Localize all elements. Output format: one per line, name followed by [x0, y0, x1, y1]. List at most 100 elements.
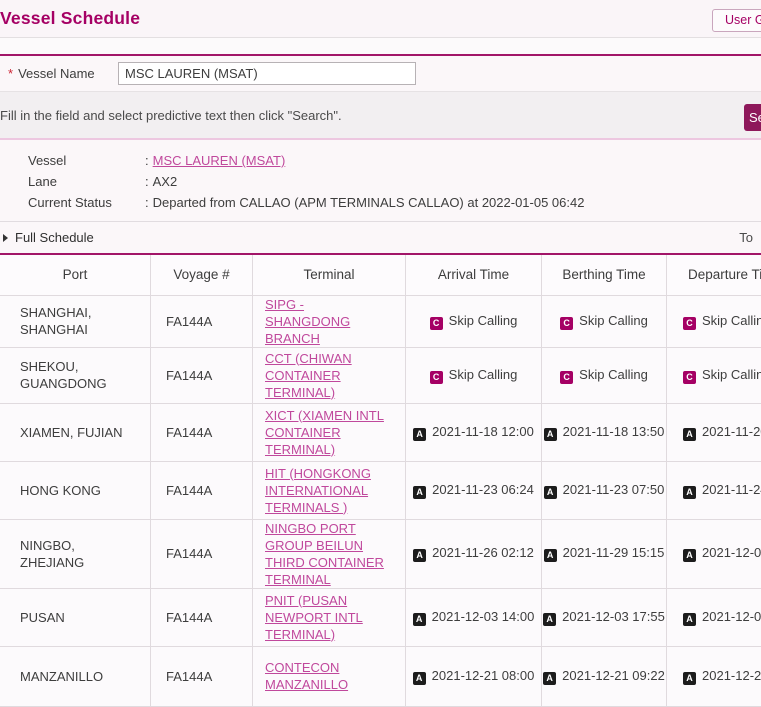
- port-cell: MANZANILLO: [0, 646, 151, 706]
- actual-time-icon: A: [544, 549, 557, 562]
- actual-time-icon: A: [413, 613, 426, 626]
- schedule-time-cell: A 2021-11-23 06:24: [406, 461, 542, 519]
- time-text: Skip Calling: [449, 313, 518, 328]
- actual-time-icon: A: [683, 613, 696, 626]
- schedule-bar-right-text: To: [739, 230, 753, 245]
- terminal-link[interactable]: CONTECON MANZANILLO: [265, 660, 348, 692]
- schedule-time-cell: A 2021-12-03 14:00: [406, 588, 542, 646]
- column-header-terminal: Terminal: [253, 254, 406, 295]
- table-header-row: PortVoyage #TerminalArrival TimeBerthing…: [0, 254, 761, 295]
- time-text: 2021-11-29 15:15: [563, 545, 665, 560]
- schedule-row: PUSANFA144APNIT (PUSAN NEWPORT INTL TERM…: [0, 588, 761, 646]
- schedule-time-cell: A 2021-11-26 02:12: [406, 519, 542, 588]
- vessel-summary: Vessel : MSC LAUREN (MSAT) Lane : AX2 Cu…: [0, 140, 761, 222]
- schedule-row: XIAMEN, FUJIANFA144AXICT (XIAMEN INTL CO…: [0, 403, 761, 461]
- terminal-link[interactable]: NINGBO PORT GROUP BEILUN THIRD CONTAINER…: [265, 521, 384, 587]
- page-title: Vessel Schedule: [0, 8, 140, 29]
- voyage-cell: FA144A: [151, 403, 253, 461]
- time-text: 2021-11-26 02:12: [432, 545, 534, 560]
- skip-calling-icon: C: [683, 371, 696, 384]
- skip-calling-icon: C: [430, 371, 443, 384]
- actual-time-icon: A: [683, 486, 696, 499]
- terminal-link[interactable]: XICT (XIAMEN INTL CONTAINER TERMINAL): [265, 408, 384, 457]
- column-header-arrival-time: Arrival Time: [406, 254, 542, 295]
- voyage-cell: FA144A: [151, 347, 253, 403]
- actual-time-icon: A: [543, 672, 556, 685]
- time-text: Skip Calling: [702, 367, 761, 382]
- actual-time-icon: A: [543, 613, 556, 626]
- time-text: 2021-12-03 14:00: [432, 609, 535, 624]
- time-text: 2021-11-23 06:24: [432, 482, 534, 497]
- actual-time-icon: A: [413, 549, 426, 562]
- vessel-name-label: * Vessel Name: [8, 66, 118, 81]
- schedule-time-cell: A2021-11-24 1: [667, 461, 761, 519]
- vessel-name-input[interactable]: [118, 62, 416, 85]
- time-text: Skip Calling: [702, 313, 761, 328]
- column-header-voyage-: Voyage #: [151, 254, 253, 295]
- schedule-row: MANZANILLOFA144ACONTECON MANZANILLOA2021…: [0, 646, 761, 706]
- summary-label: Vessel: [28, 150, 145, 171]
- time-text: 2021-11-23 07:50: [563, 482, 665, 497]
- summary-separator: :: [145, 150, 149, 171]
- summary-label: Current Status: [28, 192, 145, 213]
- schedule-time-cell: A 2021-12-21 09:22: [542, 646, 667, 706]
- user-guide-button[interactable]: User G: [712, 9, 761, 32]
- actual-time-icon: A: [544, 486, 557, 499]
- full-schedule-toggle[interactable]: Full Schedule To: [0, 222, 761, 253]
- schedule-row: NINGBO, ZHEJIANGFA144ANINGBO PORT GROUP …: [0, 519, 761, 588]
- required-asterisk: *: [8, 66, 13, 81]
- skip-calling-icon: C: [560, 317, 573, 330]
- port-cell: PUSAN: [0, 588, 151, 646]
- time-text: 2021-11-18 12:00: [432, 424, 534, 439]
- voyage-cell: FA144A: [151, 461, 253, 519]
- skip-calling-icon: C: [683, 317, 696, 330]
- voyage-cell: FA144A: [151, 588, 253, 646]
- schedule-time-cell: A 2021-11-23 07:50: [542, 461, 667, 519]
- time-text: 2021-12-03 17:55: [562, 609, 665, 624]
- terminal-link[interactable]: SIPG - SHANGDONG BRANCH: [265, 297, 350, 346]
- search-button[interactable]: Se: [744, 104, 761, 131]
- time-text: 2021-12-23 1: [702, 668, 761, 683]
- time-text: 2021-12-06 0: [702, 609, 761, 624]
- vessel-search-form: * Vessel Name: [0, 56, 761, 91]
- time-text: 2021-12-21 09:22: [562, 668, 665, 683]
- actual-time-icon: A: [413, 672, 426, 685]
- terminal-link[interactable]: HIT (HONGKONG INTERNATIONAL TERMINALS ): [265, 466, 371, 515]
- schedule-time-cell: A2021-12-21 08:00: [406, 646, 542, 706]
- instruction-text: Fill in the field and select predictive …: [0, 108, 342, 123]
- time-text: 2021-11-20 1: [702, 424, 761, 439]
- terminal-cell: SIPG - SHANGDONG BRANCH: [253, 295, 406, 347]
- time-text: 2021-11-18 13:50: [563, 424, 665, 439]
- column-header-berthing-time: Berthing Time: [542, 254, 667, 295]
- schedule-time-cell: A 2021-12-03 17:55: [542, 588, 667, 646]
- header-divider-band: [0, 38, 761, 56]
- terminal-cell: HIT (HONGKONG INTERNATIONAL TERMINALS ): [253, 461, 406, 519]
- schedule-time-cell: A2021-11-20 1: [667, 403, 761, 461]
- schedule-row: SHANGHAI, SHANGHAIFA144ASIPG - SHANGDONG…: [0, 295, 761, 347]
- terminal-link[interactable]: CCT (CHIWAN CONTAINER TERMINAL): [265, 351, 352, 400]
- vessel-link[interactable]: MSC LAUREN (MSAT): [153, 150, 286, 171]
- port-cell: SHEKOU, GUANGDONG: [0, 347, 151, 403]
- schedule-table: PortVoyage #TerminalArrival TimeBerthing…: [0, 253, 761, 707]
- port-cell: SHANGHAI, SHANGHAI: [0, 295, 151, 347]
- actual-time-icon: A: [544, 428, 557, 441]
- terminal-link[interactable]: PNIT (PUSAN NEWPORT INTL TERMINAL): [265, 593, 363, 642]
- column-header-departure-time: Departure Time: [667, 254, 761, 295]
- instruction-strip: Fill in the field and select predictive …: [0, 91, 761, 140]
- actual-time-icon: A: [413, 486, 426, 499]
- triangle-right-icon: [3, 234, 8, 242]
- terminal-cell: PNIT (PUSAN NEWPORT INTL TERMINAL): [253, 588, 406, 646]
- terminal-cell: CCT (CHIWAN CONTAINER TERMINAL): [253, 347, 406, 403]
- schedule-time-cell: A 2021-12-23 1: [667, 646, 761, 706]
- summary-row-vessel: Vessel : MSC LAUREN (MSAT): [0, 150, 761, 171]
- actual-time-icon: A: [683, 672, 696, 685]
- time-text: 2021-12-01 1: [702, 545, 761, 560]
- schedule-time-cell: A 2021-11-29 15:15: [542, 519, 667, 588]
- schedule-time-cell: C Skip Calling: [667, 347, 761, 403]
- schedule-time-cell: C Skip Calling: [667, 295, 761, 347]
- terminal-cell: NINGBO PORT GROUP BEILUN THIRD CONTAINER…: [253, 519, 406, 588]
- full-schedule-label: Full Schedule: [15, 230, 94, 245]
- port-cell: HONG KONG: [0, 461, 151, 519]
- terminal-cell: CONTECON MANZANILLO: [253, 646, 406, 706]
- schedule-time-cell: A2021-11-18 12:00: [406, 403, 542, 461]
